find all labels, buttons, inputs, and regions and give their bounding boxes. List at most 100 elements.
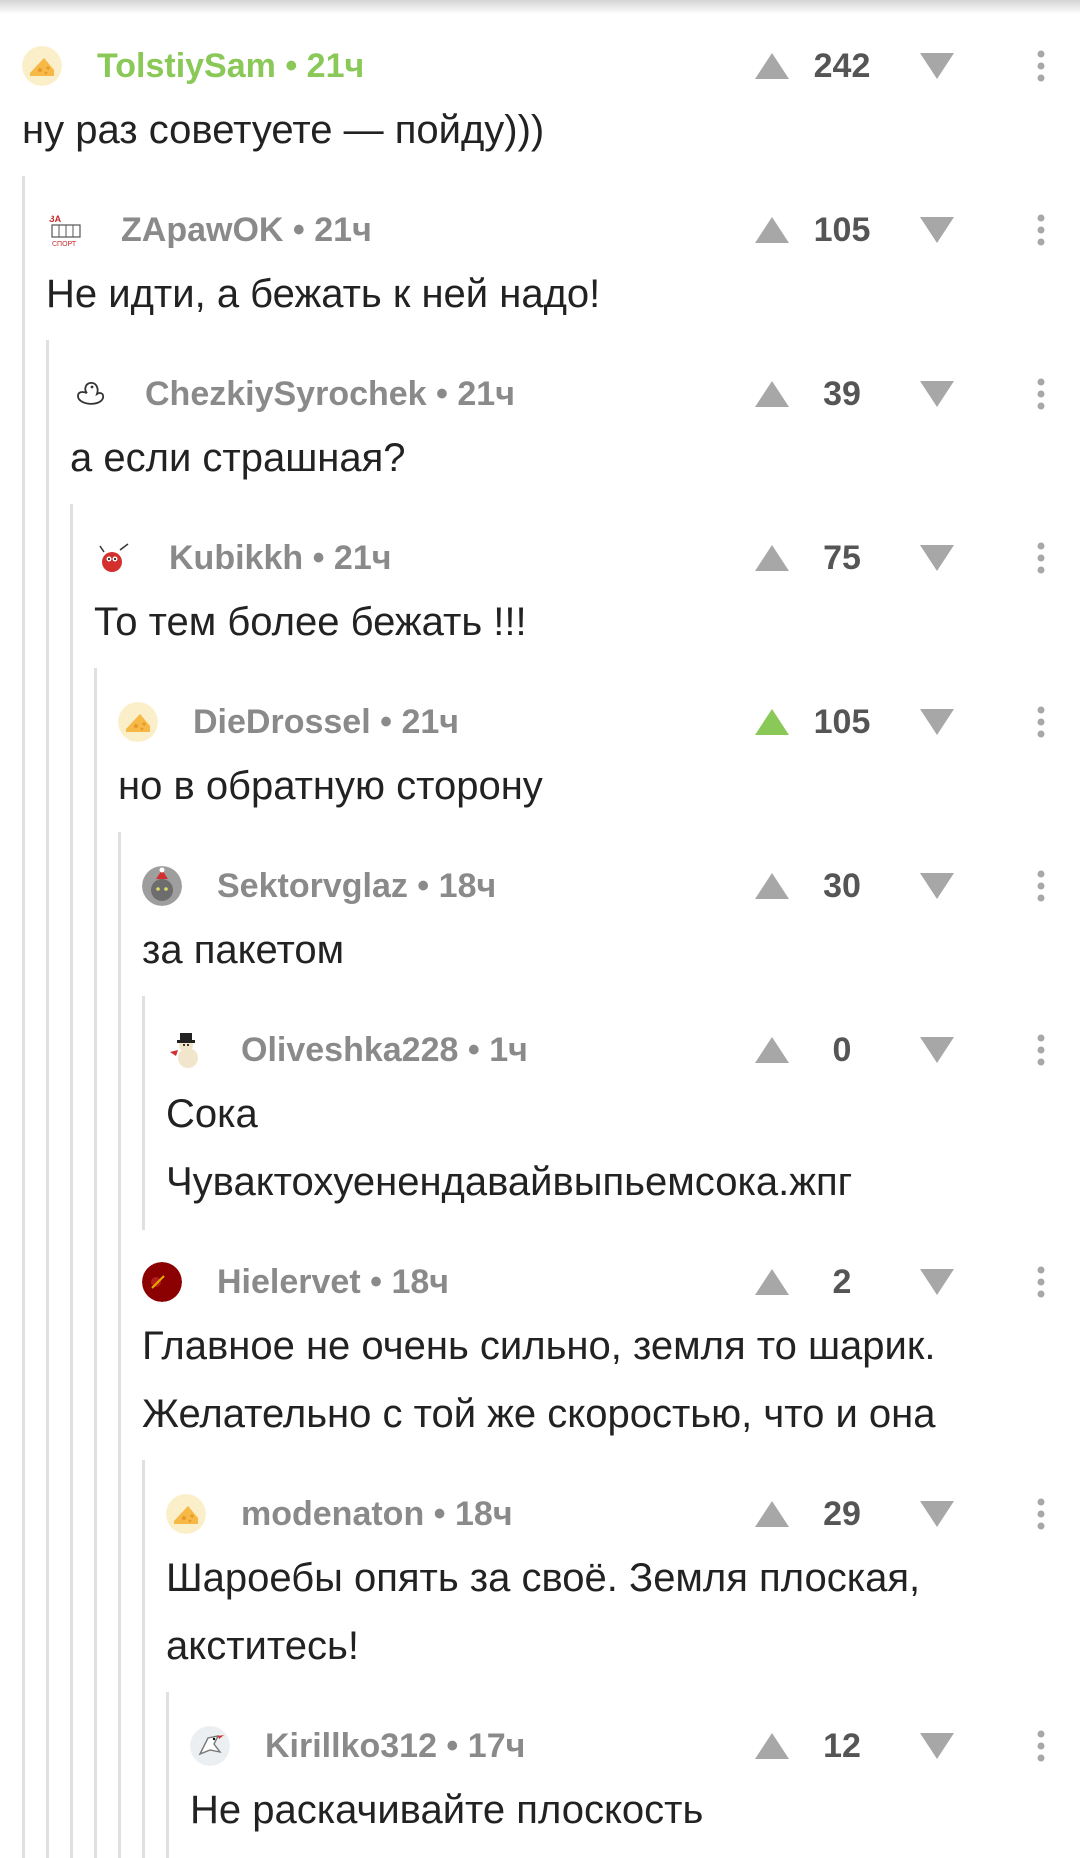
- comment: DieDrossel • 21ч 105 но в обратную сторону: [118, 692, 1080, 820]
- vote-count: 75: [823, 539, 861, 577]
- cheese-avatar[interactable]: [166, 1494, 206, 1534]
- svg-text:СПОРТ: СПОРТ: [52, 241, 77, 248]
- dark-red-avatar[interactable]: [142, 1262, 182, 1302]
- thread-line: [22, 176, 25, 1858]
- za-sport-avatar[interactable]: ЗА СПОРТ: [46, 210, 86, 250]
- author-meta[interactable]: Oliveshka228 • 1ч: [241, 1020, 528, 1080]
- upvote-icon[interactable]: [752, 856, 792, 916]
- author-name[interactable]: Sektorvglaz: [217, 867, 408, 905]
- author-name[interactable]: ChezkiySyrochek: [145, 375, 427, 413]
- author-name[interactable]: Kubikkh: [169, 539, 303, 577]
- upvote-icon[interactable]: [752, 528, 792, 588]
- more-options-icon[interactable]: [1026, 1252, 1056, 1312]
- vote-count: 12: [823, 1727, 861, 1765]
- more-options-icon[interactable]: [1026, 856, 1056, 916]
- comment-time: 18ч: [391, 1263, 449, 1301]
- more-options-icon[interactable]: [1026, 1484, 1056, 1544]
- comment-header: modenaton • 18ч 29: [166, 1484, 1080, 1544]
- cheese-avatar[interactable]: [22, 46, 62, 86]
- vote-count: 2: [832, 1263, 852, 1301]
- comment-text: Не идти, а бежать к ней надо!: [46, 272, 601, 316]
- more-options-icon[interactable]: [1026, 200, 1056, 260]
- author-meta[interactable]: Hielervet • 18ч: [217, 1252, 449, 1312]
- more-options-icon[interactable]: [1026, 364, 1056, 424]
- more-options-icon[interactable]: [1026, 692, 1056, 752]
- vote-count: 29: [823, 1495, 861, 1533]
- upvote-icon[interactable]: [752, 1020, 792, 1080]
- downvote-icon[interactable]: [917, 1020, 957, 1080]
- author-name[interactable]: TolstiySam: [97, 47, 276, 85]
- thread-line: [118, 832, 121, 1858]
- comment-text: но в обратную сторону: [118, 764, 543, 808]
- comment: Kubikkh • 21ч 75 То тем более бежать !!!: [94, 528, 1080, 656]
- more-options-icon[interactable]: [1026, 1020, 1056, 1080]
- snowman-avatar[interactable]: [166, 1030, 206, 1070]
- more-options-icon[interactable]: [1026, 36, 1056, 96]
- more-options-icon[interactable]: [1026, 1716, 1056, 1776]
- comment-time: 18ч: [455, 1495, 513, 1533]
- downvote-icon[interactable]: [917, 856, 957, 916]
- author-meta[interactable]: ZApawOK • 21ч: [121, 200, 372, 260]
- downvote-icon[interactable]: [917, 200, 957, 260]
- thread-line: [94, 668, 97, 1858]
- comment-time: 17ч: [467, 1727, 526, 1765]
- downvote-icon[interactable]: [917, 364, 957, 424]
- author-name[interactable]: DieDrossel: [193, 703, 371, 741]
- comment-time: 21ч: [457, 375, 515, 413]
- comment: modenaton • 18ч 29 Шароебы опять за своё. …: [166, 1484, 1080, 1680]
- author-meta[interactable]: modenaton • 18ч: [241, 1484, 513, 1544]
- author-meta[interactable]: DieDrossel • 21ч: [193, 692, 459, 752]
- author-meta[interactable]: Kubikkh • 21ч: [169, 528, 391, 588]
- upvote-icon[interactable]: [752, 200, 792, 260]
- thread-line: [166, 1692, 169, 1858]
- downvote-icon[interactable]: [917, 1252, 957, 1312]
- downvote-icon[interactable]: [917, 36, 957, 96]
- author-meta[interactable]: Kirillko312 • 17ч: [265, 1716, 525, 1776]
- downvote-icon[interactable]: [917, 1716, 957, 1776]
- comment: Kirillko312 • 17ч 12 Не раскачивайте плоск…: [190, 1716, 1080, 1844]
- comment-time: 18ч: [438, 867, 497, 905]
- author-name[interactable]: Hielervet: [217, 1263, 361, 1301]
- more-options-icon[interactable]: [1026, 528, 1056, 588]
- comment: ЗА СПОРТ ZApawOK • 21ч 105 Не идти, а бежать…: [46, 200, 1080, 328]
- author-meta[interactable]: Sektorvglaz • 18ч: [217, 856, 496, 916]
- author-meta[interactable]: TolstiySam • 21ч: [97, 36, 364, 96]
- upvote-icon[interactable]: [752, 692, 792, 752]
- author-name[interactable]: modenaton: [241, 1495, 424, 1533]
- comment-header: ChezkiySyrochek • 21ч 39: [70, 364, 1080, 424]
- upvote-icon[interactable]: [752, 1252, 792, 1312]
- author-name[interactable]: ZApawOK: [121, 211, 283, 249]
- svg-text:ЗА: ЗА: [49, 214, 62, 224]
- cheese-avatar[interactable]: [118, 702, 158, 742]
- bird-avatar[interactable]: [190, 1726, 230, 1766]
- meta-separator: •: [424, 1495, 456, 1533]
- comment-text: Сока: [166, 1092, 258, 1136]
- downvote-icon[interactable]: [917, 692, 957, 752]
- comment: ChezkiySyrochek • 21ч 39 а если страшная?: [70, 364, 1080, 492]
- downvote-icon[interactable]: [917, 1484, 957, 1544]
- upvote-icon[interactable]: [752, 1716, 792, 1776]
- comment-time: 21ч: [401, 703, 459, 741]
- comment-text: Шароебы опять за своё. Земля плоская,: [166, 1556, 921, 1600]
- red-bug-avatar[interactable]: [94, 538, 134, 578]
- comment-text: Главное не очень сильно, земля то шарик.: [142, 1324, 936, 1368]
- comment: Oliveshka228 • 1ч 0 Сока Чувактохуенендавай…: [166, 1020, 1080, 1216]
- meta-separator: •: [407, 867, 439, 905]
- meta-separator: •: [275, 47, 307, 85]
- author-name[interactable]: Kirillko312: [265, 1727, 437, 1765]
- upvote-icon[interactable]: [752, 364, 792, 424]
- comment-time: 21ч: [314, 211, 372, 249]
- downvote-icon[interactable]: [917, 528, 957, 588]
- comment-text: Не раскачивайте плоскость: [190, 1788, 704, 1832]
- comment-time: 1ч: [489, 1031, 528, 1069]
- duck-outline-avatar[interactable]: [70, 374, 110, 414]
- upvote-icon[interactable]: [752, 36, 792, 96]
- upvote-icon[interactable]: [752, 1484, 792, 1544]
- author-name[interactable]: Oliveshka228: [241, 1031, 458, 1069]
- comment-time: 21ч: [306, 47, 365, 85]
- author-meta[interactable]: ChezkiySyrochek • 21ч: [145, 364, 515, 424]
- meta-separator: •: [360, 1263, 392, 1301]
- cat-santa-avatar[interactable]: [142, 866, 182, 906]
- comment-text: а если страшная?: [70, 436, 406, 480]
- thread-line: [46, 340, 49, 1858]
